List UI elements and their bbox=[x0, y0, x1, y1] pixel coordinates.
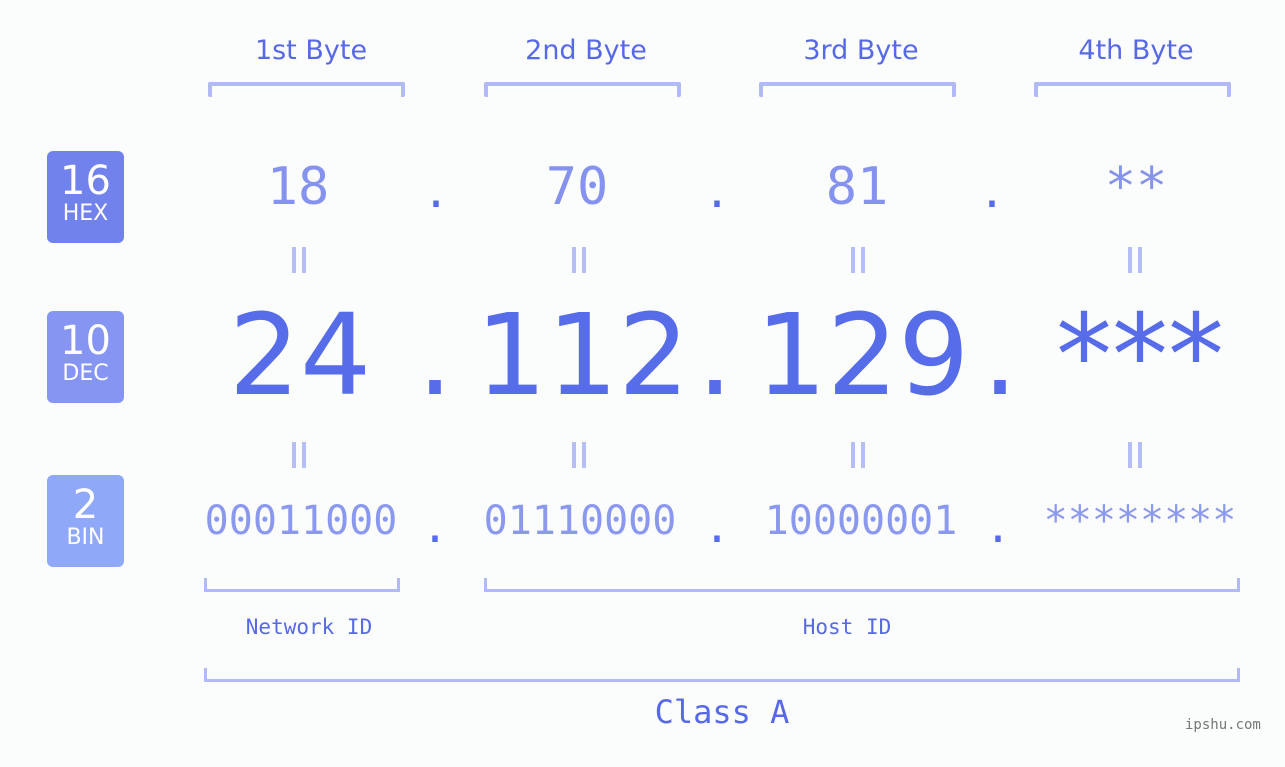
dec-byte-2: 112 bbox=[475, 291, 690, 421]
hex-byte-3: 81 bbox=[825, 157, 889, 217]
hex-badge: 16 HEX bbox=[47, 151, 124, 243]
byte-1-bracket bbox=[208, 82, 405, 97]
hex-badge-number: 16 bbox=[60, 158, 111, 204]
byte-3-bracket bbox=[759, 82, 956, 97]
equals-icon bbox=[572, 247, 586, 273]
host-id-bracket bbox=[484, 578, 1240, 592]
bin-byte-1: 00011000 bbox=[204, 498, 398, 544]
byte-4-bracket bbox=[1034, 82, 1231, 97]
dec-separator-1: . bbox=[417, 291, 453, 421]
class-label: Class A bbox=[654, 693, 790, 731]
hex-badge-label: HEX bbox=[62, 201, 109, 226]
hex-separator-1: . bbox=[422, 167, 450, 218]
host-id-label: Host ID bbox=[802, 615, 892, 639]
bin-badge: 2 BIN bbox=[47, 475, 124, 567]
dec-badge-label: DEC bbox=[62, 361, 109, 386]
bin-separator-1: . bbox=[421, 502, 449, 553]
class-bracket bbox=[204, 668, 1240, 682]
equals-icon bbox=[572, 442, 586, 468]
bin-badge-label: BIN bbox=[66, 525, 105, 550]
dec-badge: 10 DEC bbox=[47, 311, 124, 403]
byte-header-3: 3rd Byte bbox=[803, 35, 919, 66]
dec-byte-4: *** bbox=[1056, 291, 1224, 421]
network-id-bracket bbox=[204, 578, 400, 592]
dec-byte-3: 129 bbox=[755, 291, 970, 421]
dec-separator-3: . bbox=[982, 291, 1018, 421]
network-id-label: Network ID bbox=[245, 615, 373, 639]
equals-icon bbox=[851, 442, 865, 468]
bin-separator-3: . bbox=[984, 502, 1012, 553]
watermark: ipshu.com bbox=[1185, 717, 1261, 733]
byte-header-1: 1st Byte bbox=[254, 35, 368, 66]
dec-badge-number: 10 bbox=[60, 318, 111, 364]
equals-icon bbox=[1128, 442, 1142, 468]
hex-separator-2: . bbox=[703, 167, 731, 218]
bin-badge-number: 2 bbox=[72, 482, 99, 528]
hex-byte-2: 70 bbox=[545, 157, 609, 217]
bin-byte-2: 01110000 bbox=[483, 498, 677, 544]
bin-byte-4: ******** bbox=[1043, 498, 1237, 544]
hex-separator-3: . bbox=[978, 167, 1006, 218]
equals-icon bbox=[1128, 247, 1142, 273]
dec-byte-1: 24 bbox=[228, 291, 372, 421]
byte-header-4: 4th Byte bbox=[1078, 35, 1194, 66]
byte-2-bracket bbox=[484, 82, 681, 97]
hex-byte-1: 18 bbox=[266, 157, 330, 217]
dec-separator-2: . bbox=[697, 291, 733, 421]
equals-icon bbox=[292, 247, 306, 273]
equals-icon bbox=[292, 442, 306, 468]
bin-separator-2: . bbox=[703, 502, 731, 553]
equals-icon bbox=[851, 247, 865, 273]
byte-header-2: 2nd Byte bbox=[525, 35, 647, 66]
hex-byte-4: ** bbox=[1104, 157, 1168, 217]
bin-byte-3: 10000001 bbox=[764, 498, 958, 544]
